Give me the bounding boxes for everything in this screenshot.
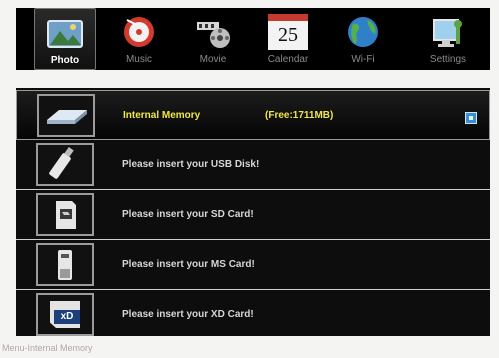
tab-label: Photo — [50, 55, 80, 66]
tab-label: Movie — [199, 54, 227, 65]
device-row-internal-memory[interactable]: Internal Memory (Free:1711MB) — [16, 90, 490, 140]
photo-icon — [47, 20, 83, 48]
settings-monitor-icon — [433, 19, 462, 47]
select-button[interactable] — [465, 112, 477, 124]
music-disc-icon — [124, 17, 154, 47]
tab-label: Calendar — [267, 54, 309, 65]
device-row-usb-disk[interactable]: Please insert your USB Disk! — [16, 140, 490, 190]
globe-icon — [348, 17, 378, 47]
calendar-icon: 25 — [268, 14, 308, 50]
tab-calendar[interactable]: 25 Calendar — [256, 8, 320, 70]
internal-memory-icon — [37, 94, 95, 137]
sd-card-icon — [36, 193, 94, 236]
device-label: Please insert your SD Card! — [122, 209, 254, 220]
device-row-ms-card[interactable]: Please insert your MS Card! — [16, 240, 490, 290]
xd-card-text: xD — [54, 310, 80, 324]
device-label: Please insert your XD Card! — [122, 309, 254, 320]
tab-photo[interactable]: Photo — [34, 8, 96, 70]
tab-movie[interactable]: Movie — [182, 8, 244, 70]
tab-settings[interactable]: Settings — [414, 8, 482, 70]
ms-card-icon — [36, 243, 94, 286]
tab-music[interactable]: Music — [108, 8, 170, 70]
status-bar: Menu-Internal Memory — [2, 343, 93, 353]
media-browser-screen: Photo Music Movie 25 Calendar Wi-Fi Sett… — [0, 0, 499, 358]
xd-card-icon: xD — [36, 293, 94, 336]
storage-device-list: Internal Memory (Free:1711MB) Please ins… — [16, 88, 490, 336]
calendar-day: 25 — [278, 24, 298, 46]
device-label: Internal Memory — [123, 110, 201, 121]
usb-disk-icon — [36, 143, 94, 186]
device-row-sd-card[interactable]: Please insert your SD Card! — [16, 190, 490, 240]
tab-wifi[interactable]: Wi-Fi — [332, 8, 394, 70]
main-menu-bar: Photo Music Movie 25 Calendar Wi-Fi Sett… — [16, 8, 490, 70]
device-label: Please insert your USB Disk! — [122, 159, 260, 170]
tab-label: Wi-Fi — [351, 54, 375, 65]
device-label: Please insert your MS Card! — [122, 259, 255, 270]
tab-label: Settings — [429, 54, 467, 65]
free-space-label: (Free:1711MB) — [265, 110, 334, 121]
film-reel-icon — [197, 22, 230, 48]
device-row-xd-card[interactable]: xD Please insert your XD Card! — [16, 290, 490, 340]
tab-label: Music — [125, 54, 153, 65]
